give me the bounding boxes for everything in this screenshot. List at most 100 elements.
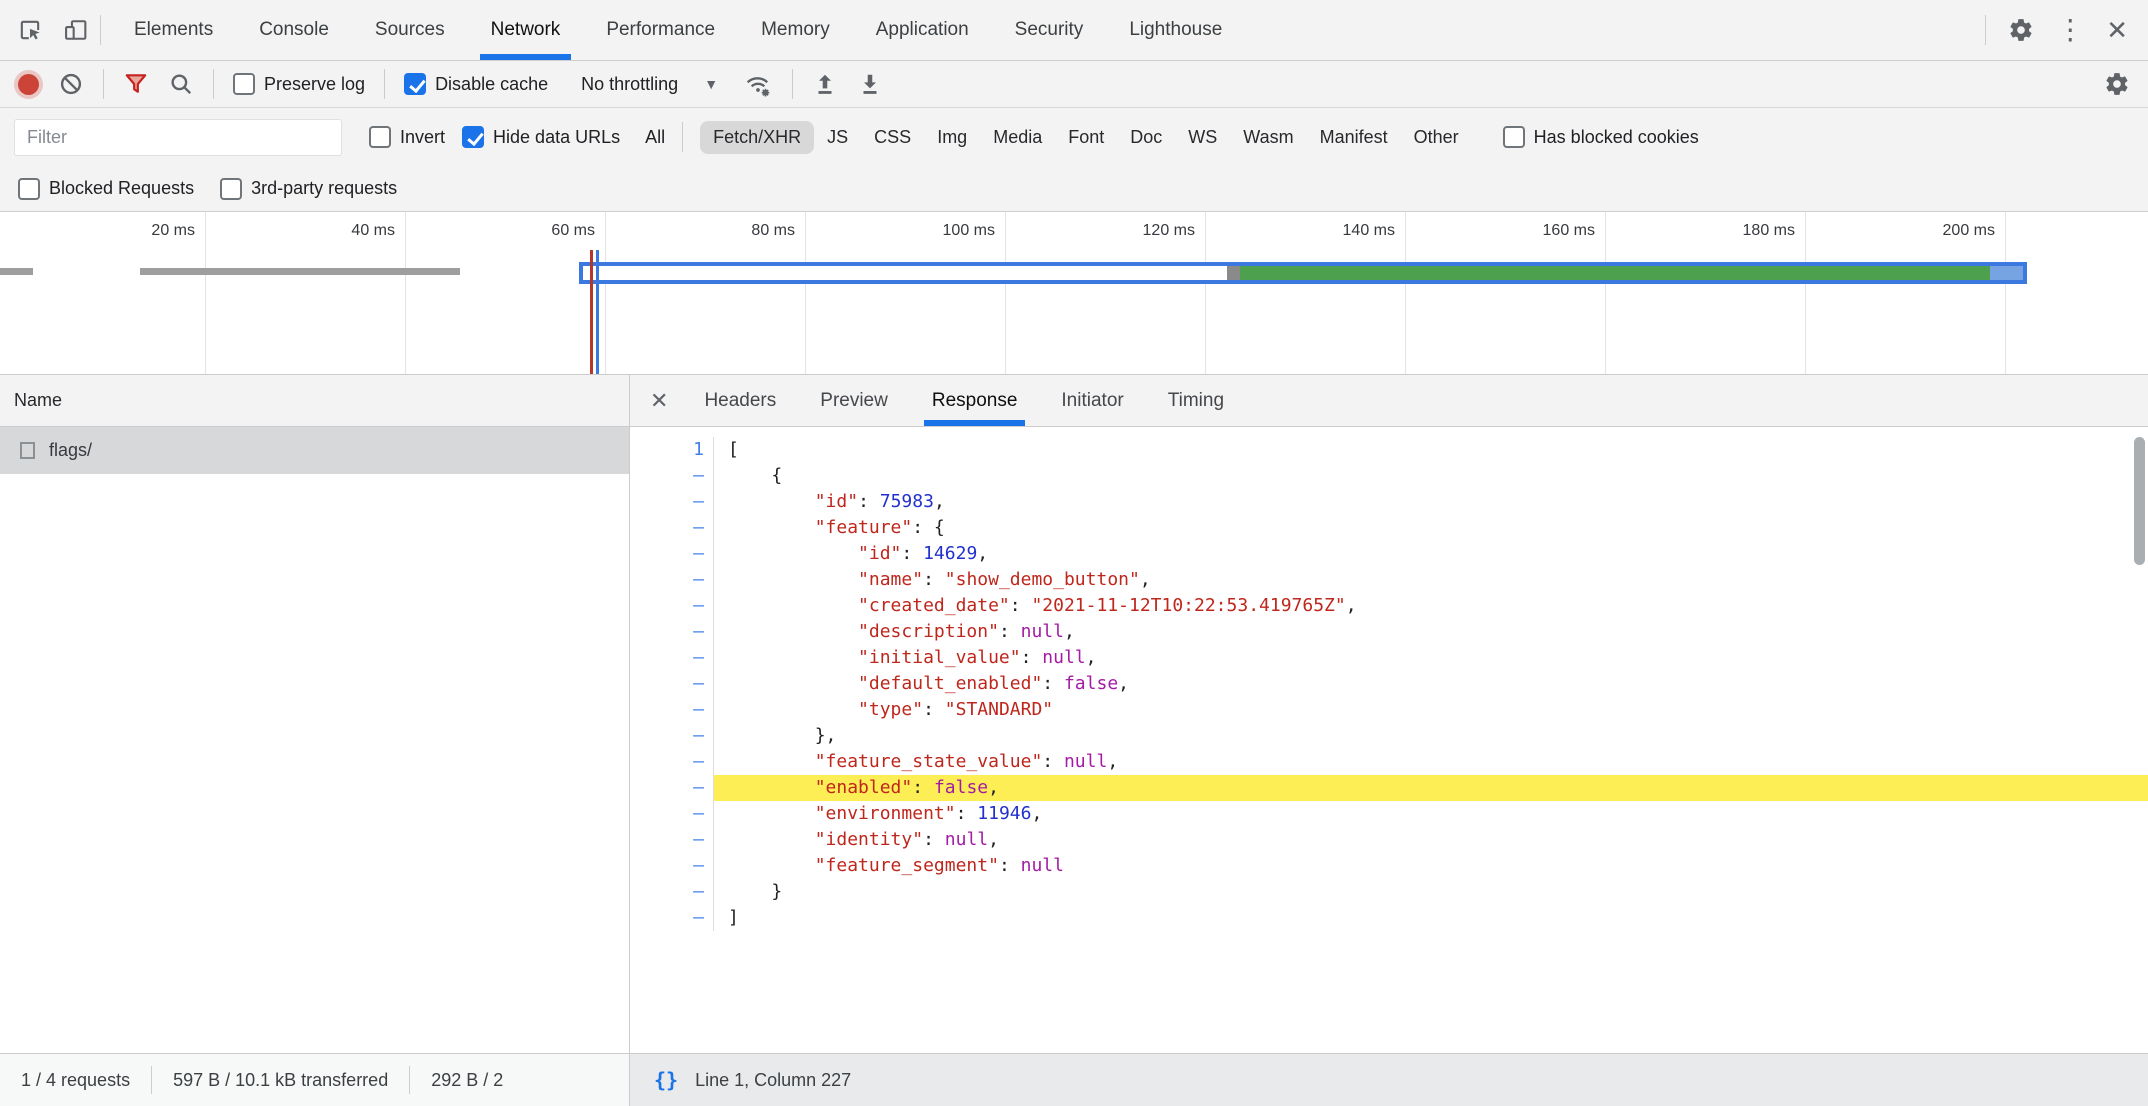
third-party-requests-label[interactable]: 3rd-party requests: [251, 178, 397, 199]
code-gutter-marker[interactable]: –: [630, 567, 714, 593]
code-gutter-marker[interactable]: –: [630, 697, 714, 723]
code-line: – "type": "STANDARD": [630, 697, 2148, 723]
has-blocked-cookies-checkbox[interactable]: [1503, 126, 1525, 148]
code-gutter-marker[interactable]: –: [630, 619, 714, 645]
code-line: – "default_enabled": false,: [630, 671, 2148, 697]
code-gutter-marker[interactable]: –: [630, 775, 714, 801]
detail-tab-timing[interactable]: Timing: [1146, 375, 1246, 426]
code-content: [: [714, 437, 2148, 463]
filter-type-doc[interactable]: Doc: [1117, 121, 1175, 154]
tab-elements[interactable]: Elements: [111, 0, 236, 60]
hide-data-urls-checkbox[interactable]: [462, 126, 484, 148]
third-party-requests-checkbox[interactable]: [220, 178, 242, 200]
inspect-element-icon[interactable]: [16, 16, 44, 44]
clear-network-log-icon[interactable]: [58, 71, 84, 97]
timeline-grid-line: [205, 212, 206, 374]
blocked-requests-checkbox[interactable]: [18, 178, 40, 200]
code-gutter-marker[interactable]: –: [630, 879, 714, 905]
pretty-print-icon[interactable]: {}: [654, 1068, 678, 1092]
code-gutter-marker[interactable]: –: [630, 671, 714, 697]
more-options-kebab-icon[interactable]: ⋮: [2056, 16, 2084, 44]
hide-data-urls-label[interactable]: Hide data URLs: [493, 127, 620, 148]
vertical-scrollbar-thumb[interactable]: [2134, 437, 2145, 565]
filter-type-wasm[interactable]: Wasm: [1230, 121, 1306, 154]
code-gutter-marker[interactable]: –: [630, 515, 714, 541]
invert-label[interactable]: Invert: [400, 127, 445, 148]
detail-tab-preview[interactable]: Preview: [798, 375, 910, 426]
code-gutter-marker[interactable]: –: [630, 827, 714, 853]
detail-tab-response[interactable]: Response: [910, 375, 1040, 426]
throttling-dropdown[interactable]: No throttling ▼: [581, 74, 718, 95]
code-gutter-marker[interactable]: –: [630, 853, 714, 879]
code-line: –]: [630, 905, 2148, 931]
blocked-requests-label[interactable]: Blocked Requests: [49, 178, 194, 199]
settings-gear-icon[interactable]: [2008, 17, 2034, 43]
code-content: "type": "STANDARD": [714, 697, 2148, 723]
code-gutter-marker[interactable]: –: [630, 593, 714, 619]
code-gutter-marker[interactable]: –: [630, 723, 714, 749]
device-toolbar-icon[interactable]: [62, 16, 90, 44]
network-conditions-icon[interactable]: [743, 70, 773, 98]
preserve-log-checkbox[interactable]: [233, 73, 255, 95]
network-overview-timeline[interactable]: 20 ms40 ms60 ms80 ms100 ms120 ms140 ms16…: [0, 212, 2148, 375]
blocked-requests-group: Blocked Requests: [18, 178, 194, 200]
detail-tab-initiator[interactable]: Initiator: [1039, 375, 1145, 426]
tab-memory[interactable]: Memory: [738, 0, 853, 60]
code-gutter-marker[interactable]: –: [630, 801, 714, 827]
invert-checkbox[interactable]: [369, 126, 391, 148]
close-devtools-icon[interactable]: ✕: [2106, 17, 2128, 43]
tab-network[interactable]: Network: [468, 0, 584, 60]
filter-type-fetch-xhr[interactable]: Fetch/XHR: [700, 121, 814, 154]
status-bar-segment: 292 B / 2: [410, 1070, 524, 1091]
filter-type-js[interactable]: JS: [814, 121, 861, 154]
code-gutter-marker[interactable]: –: [630, 905, 714, 931]
timeline-tick-label: 20 ms: [45, 222, 195, 240]
timeline-tick-label: 180 ms: [1645, 222, 1795, 240]
tabbar-right-separator: [1985, 15, 1986, 45]
filter-type-manifest[interactable]: Manifest: [1307, 121, 1401, 154]
request-row-flags[interactable]: flags/: [0, 427, 629, 474]
filter-input[interactable]: [14, 119, 342, 156]
preserve-log-label[interactable]: Preserve log: [264, 74, 365, 95]
code-line: – "feature": {: [630, 515, 2148, 541]
panel-tabs: ElementsConsoleSourcesNetworkPerformance…: [111, 0, 1245, 60]
filter-type-ws[interactable]: WS: [1175, 121, 1230, 154]
code-gutter-marker[interactable]: –: [630, 645, 714, 671]
filter-funnel-icon[interactable]: [123, 71, 149, 97]
filter-type-img[interactable]: Img: [924, 121, 980, 154]
tab-security[interactable]: Security: [992, 0, 1107, 60]
detail-tab-headers[interactable]: Headers: [682, 375, 798, 426]
tab-lighthouse[interactable]: Lighthouse: [1106, 0, 1245, 60]
tab-application[interactable]: Application: [853, 0, 992, 60]
code-line: – "id": 75983,: [630, 489, 2148, 515]
code-gutter-marker[interactable]: –: [630, 749, 714, 775]
disable-cache-checkbox[interactable]: [404, 73, 426, 95]
record-network-log-button[interactable]: [18, 74, 39, 95]
tab-console[interactable]: Console: [236, 0, 352, 60]
code-line: – {: [630, 463, 2148, 489]
filter-type-other[interactable]: Other: [1401, 121, 1472, 154]
filter-type-css[interactable]: CSS: [861, 121, 924, 154]
close-details-icon[interactable]: ✕: [636, 375, 682, 426]
devtools-tabbar: ElementsConsoleSourcesNetworkPerformance…: [0, 0, 2148, 61]
search-icon[interactable]: [168, 71, 194, 97]
network-settings-gear-icon[interactable]: [2104, 71, 2130, 97]
export-har-icon[interactable]: [857, 71, 883, 97]
preserve-log-group: Preserve log: [233, 73, 365, 95]
code-gutter-marker[interactable]: 1: [630, 437, 714, 463]
filter-type-all[interactable]: All: [645, 127, 665, 148]
import-har-icon[interactable]: [812, 71, 838, 97]
tabbar-left-icons: [0, 0, 100, 60]
network-main-split: Name flags/ ✕ HeadersPreviewResponseInit…: [0, 375, 2148, 1053]
filter-type-font[interactable]: Font: [1055, 121, 1117, 154]
filter-type-media[interactable]: Media: [980, 121, 1055, 154]
code-gutter-marker[interactable]: –: [630, 489, 714, 515]
code-gutter-marker[interactable]: –: [630, 541, 714, 567]
disable-cache-label[interactable]: Disable cache: [435, 74, 548, 95]
name-column-header[interactable]: Name: [0, 375, 629, 427]
overview-bar-segments: [583, 266, 2023, 280]
code-gutter-marker[interactable]: –: [630, 463, 714, 489]
has-blocked-cookies-label[interactable]: Has blocked cookies: [1534, 127, 1699, 148]
tab-performance[interactable]: Performance: [583, 0, 738, 60]
tab-sources[interactable]: Sources: [352, 0, 468, 60]
